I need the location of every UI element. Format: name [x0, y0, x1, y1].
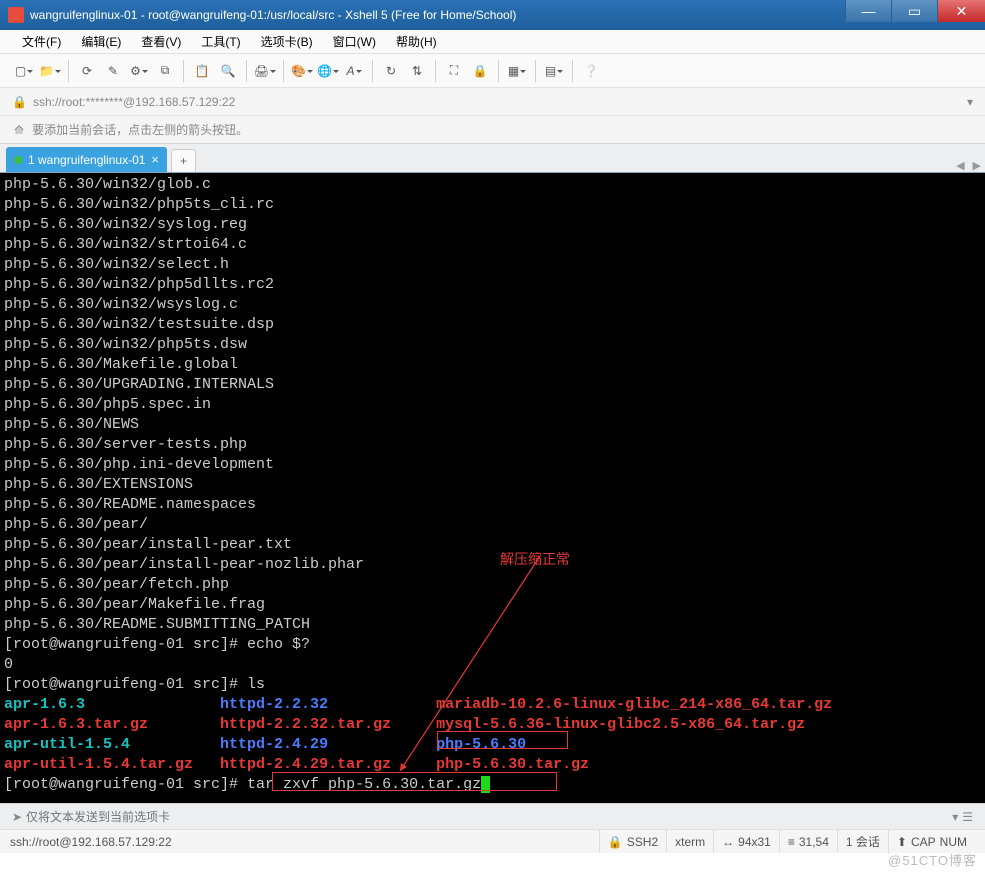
- status-protocol: 🔒 SSH2: [599, 830, 666, 853]
- tab-bar: 1 wangruifenglinux-01 × + ◀ ▶: [0, 144, 985, 173]
- print-button[interactable]: 🖨: [253, 59, 277, 83]
- tab-close-icon[interactable]: ×: [151, 152, 159, 167]
- terminal-output[interactable]: php-5.6.30/win32/glob.c php-5.6.30/win32…: [0, 173, 985, 803]
- copy-button[interactable]: ⧉: [153, 59, 177, 83]
- status-cursor: ≡ 31,54: [779, 830, 837, 853]
- lock-icon: 🔒: [12, 95, 27, 109]
- ftp-button[interactable]: ⇅: [405, 59, 429, 83]
- lock-button[interactable]: 🔒: [468, 59, 492, 83]
- status-bar: ssh://root@192.168.57.129:22 🔒 SSH2 xter…: [0, 829, 985, 853]
- paste-button[interactable]: 📋: [190, 59, 214, 83]
- transfer-button[interactable]: ↻: [379, 59, 403, 83]
- send-input[interactable]: [26, 810, 952, 824]
- font-button[interactable]: A: [342, 59, 366, 83]
- address-dropdown[interactable]: ▾: [967, 95, 973, 109]
- fullscreen-button[interactable]: ⛶: [442, 59, 466, 83]
- session-tab[interactable]: 1 wangruifenglinux-01 ×: [6, 147, 167, 172]
- new-session-button[interactable]: ▢: [12, 59, 36, 83]
- address-bar: 🔒 ssh://root:********@192.168.57.129:22 …: [0, 88, 985, 116]
- menu-tabs[interactable]: 选项卡(B): [253, 31, 321, 52]
- menu-view[interactable]: 查看(V): [133, 31, 189, 52]
- address-text[interactable]: ssh://root:********@192.168.57.129:22: [33, 95, 967, 109]
- tile-button[interactable]: ▤: [542, 59, 566, 83]
- toolbar: ▢ 📁 ⟳ ✎ ⚙ ⧉ 📋 🔍 🖨 🎨 🌐 A ↻ ⇅ ⛶ 🔒 ▦ ▤ ❔: [0, 54, 985, 88]
- properties-button[interactable]: ⚙: [127, 59, 151, 83]
- tab-prev-button[interactable]: ◀: [952, 159, 968, 172]
- menu-file[interactable]: 文件(F): [14, 31, 69, 52]
- status-connection: ssh://root@192.168.57.129:22: [10, 835, 599, 849]
- bookmark-icon[interactable]: ⟰: [14, 123, 24, 137]
- status-dot-icon: [14, 156, 22, 164]
- new-tab-button[interactable]: +: [171, 149, 196, 172]
- find-button[interactable]: 🔍: [216, 59, 240, 83]
- menu-edit[interactable]: 编辑(E): [73, 31, 129, 52]
- disconnect-button[interactable]: ✎: [101, 59, 125, 83]
- status-term: xterm: [666, 830, 713, 853]
- open-session-button[interactable]: 📁: [38, 59, 62, 83]
- minimize-button[interactable]: —: [845, 0, 891, 22]
- status-sessions: 1 会话: [837, 830, 888, 853]
- tip-text: 要添加当前会话，点击左侧的箭头按钮。: [32, 121, 248, 138]
- color-button[interactable]: 🎨: [290, 59, 314, 83]
- tab-next-button[interactable]: ▶: [969, 159, 985, 172]
- encoding-button[interactable]: 🌐: [316, 59, 340, 83]
- close-button[interactable]: ✕: [937, 0, 985, 22]
- arrow-icon: [390, 556, 590, 796]
- tab-label: 1 wangruifenglinux-01: [28, 153, 145, 167]
- annotation-text: 解压缩正常: [500, 551, 570, 571]
- window-titlebar: wangruifenglinux-01 - root@wangruifeng-0…: [0, 0, 985, 30]
- watermark: @51CTO博客: [888, 850, 977, 869]
- window-title: wangruifenglinux-01 - root@wangruifeng-0…: [30, 8, 845, 22]
- maximize-button[interactable]: ▭: [891, 0, 937, 22]
- menu-bar: 文件(F) 编辑(E) 查看(V) 工具(T) 选项卡(B) 窗口(W) 帮助(…: [0, 30, 985, 54]
- tip-bar: ⟰ 要添加当前会话，点击左侧的箭头按钮。: [0, 116, 985, 144]
- help-button[interactable]: ❔: [579, 59, 603, 83]
- app-icon: [8, 7, 24, 23]
- menu-tools[interactable]: 工具(T): [193, 31, 248, 52]
- reconnect-button[interactable]: ⟳: [75, 59, 99, 83]
- menu-window[interactable]: 窗口(W): [325, 31, 384, 52]
- send-menu-icon[interactable]: ☰: [958, 810, 977, 824]
- status-size: ↔ 94x31: [713, 830, 779, 853]
- send-bar: ➤ ▾ ☰: [0, 803, 985, 829]
- menu-help[interactable]: 帮助(H): [388, 31, 445, 52]
- send-toggle-icon[interactable]: ➤: [8, 810, 26, 824]
- layout-button[interactable]: ▦: [505, 59, 529, 83]
